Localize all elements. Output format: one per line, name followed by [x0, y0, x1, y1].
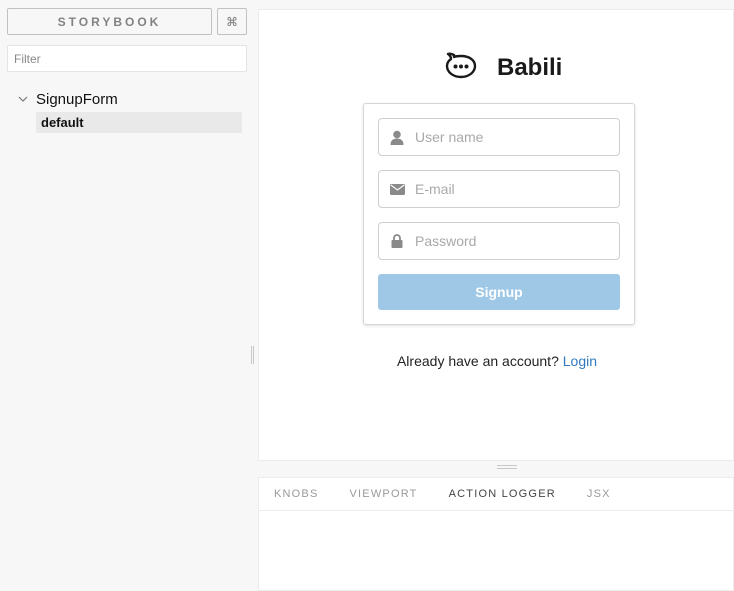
- password-field[interactable]: [378, 222, 620, 260]
- preview-panel: Babili Signup Already have an account? L…: [258, 9, 734, 461]
- login-prompt: Already have an account? Login: [259, 353, 734, 369]
- tab-jsx[interactable]: JSX: [587, 488, 611, 500]
- sidebar-resize-handle[interactable]: [251, 346, 254, 364]
- envelope-icon: [379, 171, 415, 207]
- storybook-brand-button[interactable]: STORYBOOK: [7, 8, 212, 35]
- tab-viewport[interactable]: VIEWPORT: [350, 488, 418, 500]
- panel-resize-bar[interactable]: [258, 461, 734, 477]
- password-input[interactable]: [415, 233, 611, 249]
- tree-item-label: SignupForm: [36, 90, 118, 108]
- sidebar: STORYBOOK ⌘ SignupForm default: [0, 0, 252, 591]
- user-icon: [379, 119, 415, 155]
- filter-input[interactable]: [7, 45, 247, 72]
- signup-card: Signup: [363, 103, 635, 325]
- chevron-down-icon: [18, 94, 28, 104]
- signup-button[interactable]: Signup: [378, 274, 620, 310]
- shortcuts-button[interactable]: ⌘: [217, 8, 247, 35]
- chat-bubble-icon: [445, 52, 477, 85]
- tree-item-signupform[interactable]: SignupForm: [18, 89, 118, 109]
- sidebar-header: STORYBOOK ⌘: [7, 8, 247, 35]
- story-item-default[interactable]: default: [36, 112, 242, 133]
- brand-header: Babili: [445, 52, 562, 84]
- email-field[interactable]: [378, 170, 620, 208]
- addons-tabs: KNOBS VIEWPORT ACTION LOGGER JSX: [259, 478, 733, 511]
- tab-action-logger[interactable]: ACTION LOGGER: [449, 488, 556, 500]
- panel-resize-grip[interactable]: [497, 465, 517, 469]
- addons-panel: KNOBS VIEWPORT ACTION LOGGER JSX: [258, 477, 734, 591]
- username-field[interactable]: [378, 118, 620, 156]
- email-input[interactable]: [415, 181, 611, 197]
- login-link[interactable]: Login: [563, 353, 597, 369]
- username-input[interactable]: [415, 129, 611, 145]
- brand-name: Babili: [497, 54, 563, 81]
- tab-knobs[interactable]: KNOBS: [274, 488, 319, 500]
- lock-icon: [379, 223, 415, 259]
- login-prompt-text: Already have an account?: [396, 353, 559, 369]
